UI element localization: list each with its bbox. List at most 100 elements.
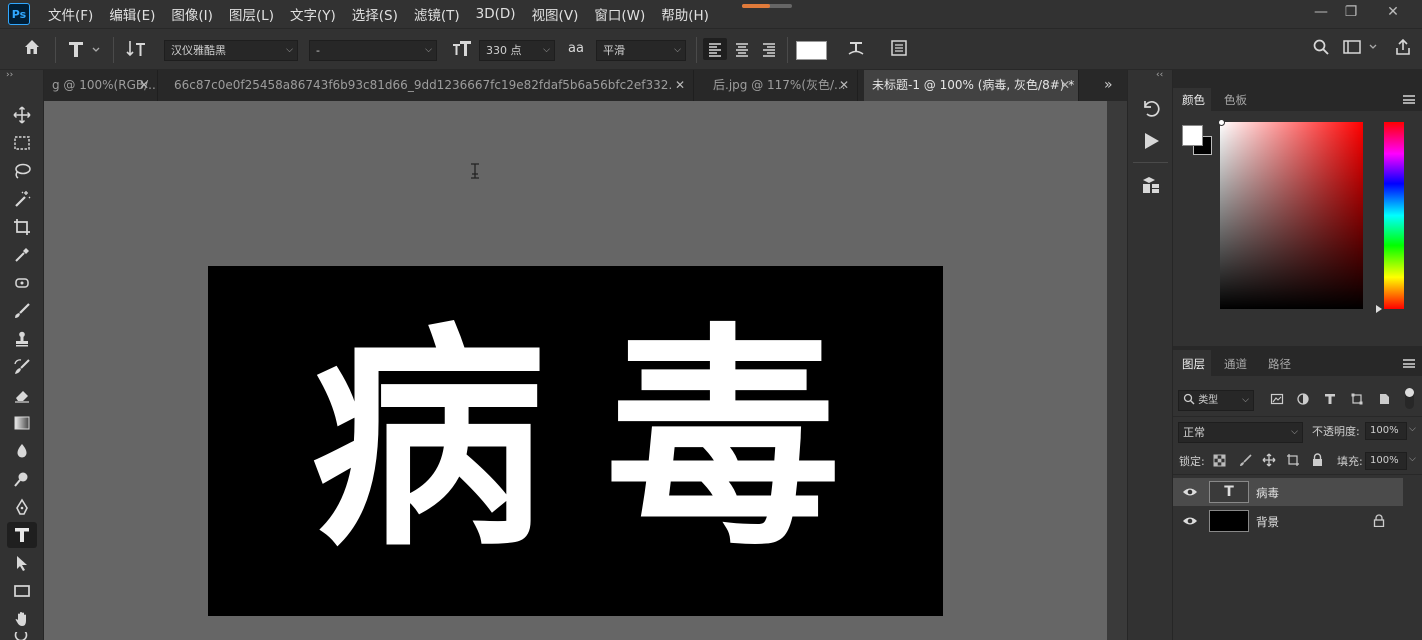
document-text-layer[interactable]: 病毒 [208, 266, 943, 616]
minimize-button[interactable]: — [1306, 2, 1336, 22]
expand-icon[interactable]: ‹‹ [1156, 70, 1163, 80]
vertical-scrollbar[interactable] [1107, 101, 1127, 640]
crop-tool-icon[interactable] [7, 214, 37, 240]
align-left-icon[interactable] [703, 38, 727, 60]
pen-tool-icon[interactable] [7, 494, 37, 520]
opacity-input[interactable]: 100% [1365, 422, 1407, 440]
layer-row-text[interactable]: T 病毒 [1173, 478, 1403, 506]
actions-play-icon[interactable] [1140, 130, 1162, 155]
filter-pixel-icon[interactable] [1270, 392, 1284, 409]
menu-3d[interactable]: 3D(D) [468, 6, 524, 22]
close-icon[interactable]: ✕ [839, 70, 849, 101]
home-icon[interactable] [20, 38, 44, 60]
menu-edit[interactable]: 编辑(E) [101, 4, 163, 24]
menu-layer[interactable]: 图层(L) [221, 4, 282, 24]
panel-menu-icon[interactable] [1403, 95, 1415, 104]
menu-select[interactable]: 选择(S) [344, 4, 406, 24]
filter-adjustment-icon[interactable] [1296, 392, 1310, 409]
foreground-color-swatch[interactable] [1182, 125, 1203, 146]
align-right-icon[interactable] [757, 38, 781, 60]
dodge-tool-icon[interactable] [7, 466, 37, 492]
layer-name[interactable]: 病毒 [1256, 485, 1279, 501]
tab-layers[interactable]: 图层 [1182, 356, 1205, 372]
close-icon[interactable]: ✕ [1060, 70, 1070, 101]
font-size-input[interactable]: 330 点 ⌵ [479, 40, 555, 61]
blend-mode-select[interactable]: 正常 ⌵ [1178, 422, 1303, 443]
antialias-select[interactable]: 平滑 ⌵ [596, 40, 686, 61]
close-button[interactable]: ✕ [1378, 2, 1408, 22]
menu-image[interactable]: 图像(I) [163, 4, 221, 24]
healing-brush-icon[interactable] [7, 270, 37, 296]
menu-window[interactable]: 窗口(W) [586, 4, 653, 24]
chevron-down-icon[interactable]: ⌵ [1409, 454, 1416, 464]
lock-position-icon[interactable] [1262, 453, 1276, 470]
warp-text-icon[interactable] [844, 38, 868, 60]
hue-slider[interactable] [1384, 122, 1404, 309]
visibility-eye-icon[interactable] [1182, 515, 1198, 530]
tab-document-3[interactable]: 后.jpg @ 117%(灰色/... ✕ [705, 70, 858, 101]
tab-document-active[interactable]: 未标题-1 @ 100% (病毒, 灰色/8#) * ✕ [864, 70, 1079, 101]
eraser-tool-icon[interactable] [7, 382, 37, 408]
type-tool-preset-icon[interactable] [66, 38, 102, 60]
chevron-down-icon[interactable]: ⌵ [1409, 424, 1416, 434]
eyedropper-icon[interactable] [7, 242, 37, 268]
layer-name[interactable]: 背景 [1256, 514, 1279, 530]
hue-slider-handle[interactable] [1376, 305, 1382, 313]
color-picker-handle[interactable] [1218, 119, 1225, 126]
font-style-select[interactable]: - ⌵ [309, 40, 437, 61]
more-tabs-icon[interactable]: » [1104, 77, 1113, 93]
tab-channels[interactable]: 通道 [1224, 356, 1247, 372]
collapse-icon[interactable]: ›› [6, 70, 13, 80]
zoom-tool-icon[interactable] [7, 632, 37, 640]
workspace-switcher-icon[interactable] [1340, 38, 1380, 60]
blur-tool-icon[interactable] [7, 438, 37, 464]
share-icon[interactable] [1392, 38, 1414, 60]
tab-color[interactable]: 颜色 [1182, 92, 1205, 108]
brush-tool-icon[interactable] [7, 298, 37, 324]
filter-toggle[interactable] [1405, 388, 1414, 409]
path-selection-icon[interactable] [7, 550, 37, 576]
fill-input[interactable]: 100% [1365, 452, 1407, 470]
lock-pixels-icon[interactable] [1239, 454, 1252, 470]
restore-button[interactable]: ❐ [1336, 2, 1366, 22]
type-tool-icon[interactable] [7, 522, 37, 548]
filter-smart-object-icon[interactable] [1377, 392, 1391, 409]
lock-artboard-icon[interactable] [1286, 453, 1300, 470]
menu-file[interactable]: 文件(F) [40, 4, 101, 24]
magic-wand-icon[interactable] [7, 186, 37, 212]
hand-tool-icon[interactable] [7, 606, 37, 632]
lasso-tool-icon[interactable] [7, 158, 37, 184]
close-icon[interactable]: ✕ [139, 70, 149, 101]
stamp-tool-icon[interactable] [7, 326, 37, 352]
menu-filter[interactable]: 滤镜(T) [406, 4, 468, 24]
canvas-area[interactable]: 病毒 [44, 101, 1107, 640]
search-icon[interactable] [1310, 38, 1332, 60]
rectangle-tool-icon[interactable] [7, 578, 37, 604]
menu-help[interactable]: 帮助(H) [653, 4, 717, 24]
libraries-panel-icon[interactable] [1140, 174, 1162, 199]
tab-document-1[interactable]: g @ 100%(RGB/... ✕ [44, 70, 158, 101]
character-panel-icon[interactable] [887, 38, 911, 60]
filter-type-icon[interactable] [1323, 392, 1337, 409]
tab-swatches[interactable]: 色板 [1224, 92, 1247, 108]
color-picker-field[interactable] [1220, 122, 1363, 309]
close-icon[interactable]: ✕ [671, 70, 685, 101]
gradient-tool-icon[interactable] [7, 410, 37, 436]
lock-transparent-icon[interactable] [1213, 454, 1226, 470]
filter-shape-icon[interactable] [1350, 392, 1364, 409]
font-family-select[interactable]: 汉仪雅酷黑 ⌵ [164, 40, 298, 61]
menu-type[interactable]: 文字(Y) [282, 4, 344, 24]
text-orientation-icon[interactable] [124, 38, 148, 60]
layer-row-background[interactable]: 背景 [1173, 507, 1403, 535]
move-tool-icon[interactable] [7, 102, 37, 128]
lock-all-icon[interactable] [1311, 453, 1324, 470]
tab-paths[interactable]: 路径 [1268, 356, 1291, 372]
panel-menu-icon[interactable] [1403, 359, 1415, 368]
menu-view[interactable]: 视图(V) [524, 4, 587, 24]
history-brush-icon[interactable] [7, 354, 37, 380]
visibility-eye-icon[interactable] [1182, 486, 1198, 501]
document-canvas[interactable]: 病毒 [208, 266, 943, 616]
align-center-icon[interactable] [730, 38, 754, 60]
layer-filter-select[interactable]: 类型 ⌵ [1178, 390, 1254, 411]
marquee-tool-icon[interactable] [7, 130, 37, 156]
